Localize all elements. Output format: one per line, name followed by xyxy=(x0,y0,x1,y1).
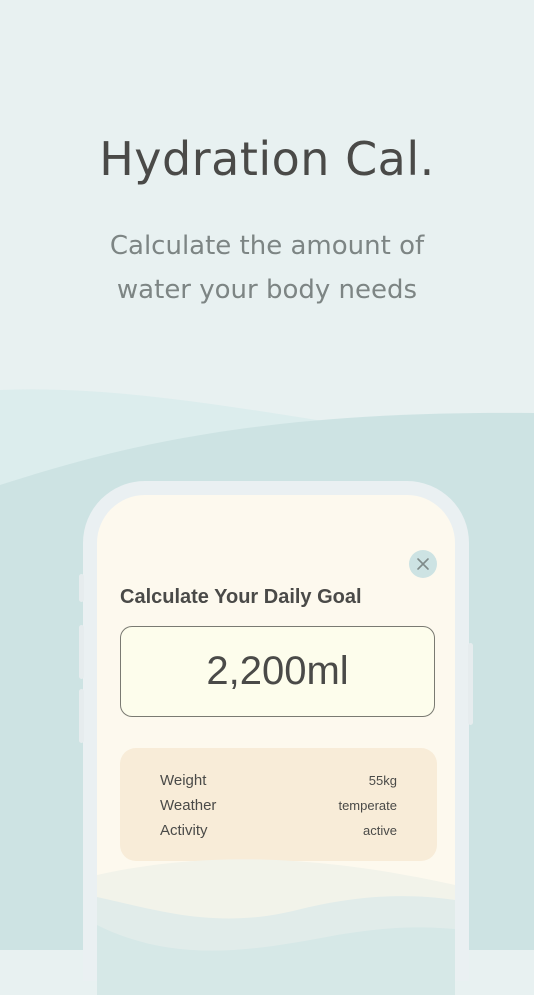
phone-screen: Calculate Your Daily Goal 2,200ml Weight… xyxy=(97,495,455,995)
page-subtitle: Calculate the amount of water your body … xyxy=(109,231,425,305)
details-card: Weight 55kg Weather temperate Activity a… xyxy=(120,748,437,861)
detail-value: temperate xyxy=(338,797,397,813)
close-button[interactable] xyxy=(409,550,437,578)
detail-label: Activity xyxy=(160,821,208,839)
phone-mockup: Calculate Your Daily Goal 2,200ml Weight… xyxy=(79,481,473,995)
daily-goal-amount-box: 2,200ml xyxy=(120,626,435,717)
phone-power-button xyxy=(468,643,473,725)
detail-value: active xyxy=(363,822,397,838)
detail-row-weather: Weather temperate xyxy=(160,794,397,816)
detail-row-weight: Weight 55kg xyxy=(160,769,397,791)
detail-label: Weight xyxy=(160,771,207,789)
detail-row-activity: Activity active xyxy=(160,819,397,841)
daily-goal-heading: Calculate Your Daily Goal xyxy=(120,586,362,608)
detail-value: 55kg xyxy=(368,772,397,788)
screen-waves xyxy=(97,859,455,995)
detail-label: Weather xyxy=(160,796,217,814)
phone-volume-down-button xyxy=(79,689,84,743)
close-icon xyxy=(417,558,429,570)
page-title: Hydration Cal. xyxy=(99,132,435,186)
phone-mute-switch xyxy=(79,574,84,602)
phone-volume-up-button xyxy=(79,625,84,679)
daily-goal-amount: 2,200ml xyxy=(206,649,349,693)
